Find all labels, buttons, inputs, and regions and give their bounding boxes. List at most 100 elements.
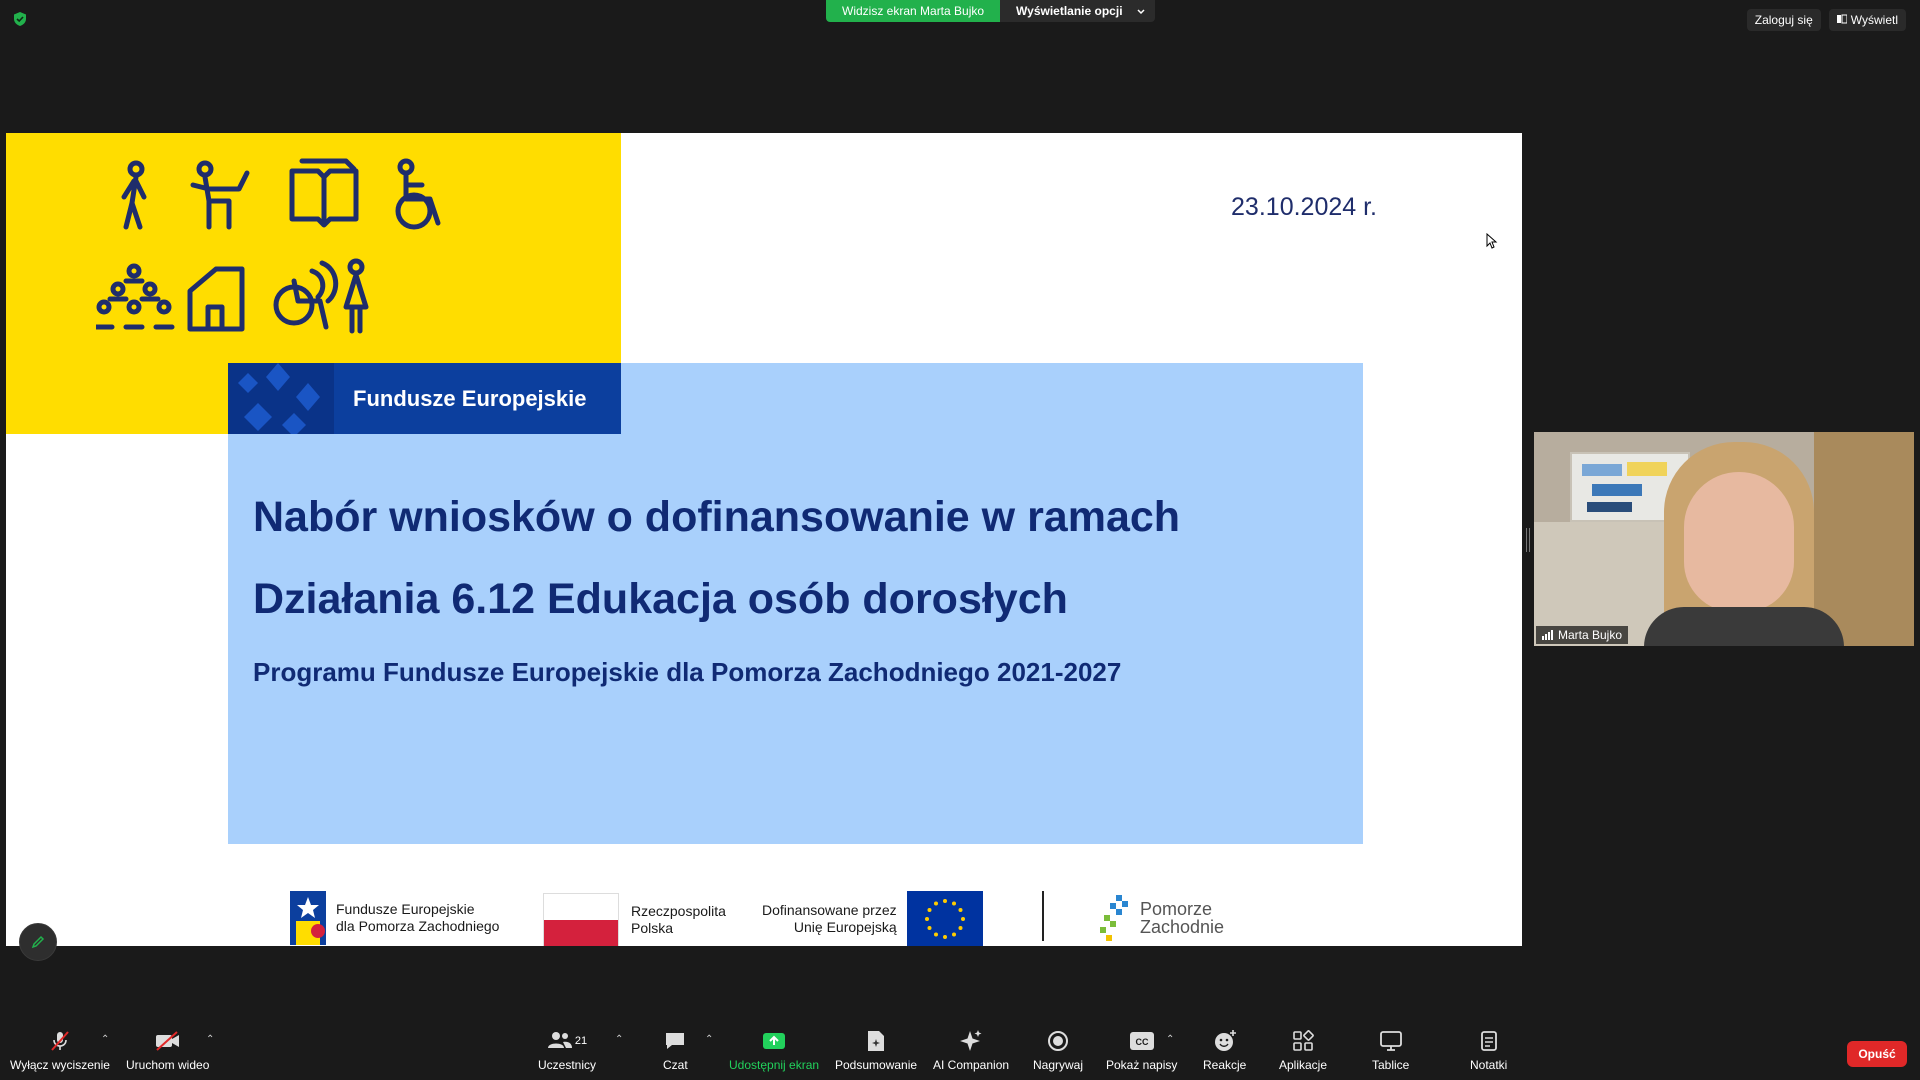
apps-button[interactable]: Aplikacje [1279,1028,1327,1072]
person-at-desk-icon [190,160,250,230]
view-options-button[interactable]: Wyświetlanie opcji [1000,0,1155,22]
share-screen-icon [762,1028,786,1054]
sharing-label: Widzisz ekran Marta Bujko [826,0,1001,22]
apps-icon [1292,1028,1314,1054]
eu-logo-line1: Dofinansowane przez [762,902,897,918]
login-button[interactable]: Zaloguj się [1746,9,1821,31]
notes-label: Notatki [1470,1058,1508,1072]
pl-logo-line1: Rzeczpospolita [631,903,726,919]
zoom-window: Widzisz ekran Marta Bujko Wyświetlanie o… [0,0,1920,1080]
chat-icon [664,1028,686,1054]
slide-title-line2: Działania 6.12 Edukacja osób dorosłych [253,575,1068,623]
participant-name-tag: Marta Bujko [1536,626,1629,644]
pz-logo-line1: Pomorze [1140,899,1213,919]
view-layout-icon [1836,13,1848,27]
record-button[interactable]: Nagrywaj [1033,1028,1083,1072]
notes-icon [1479,1028,1499,1054]
notes-button[interactable]: Notatki [1470,1028,1507,1072]
screen-share-banner: Widzisz ekran Marta Bujko Wyświetlanie o… [826,0,1155,22]
fe-logo-line2: dla Pomorza Zachodniego [336,918,500,934]
logo-strip: Fundusze Europejskie dla Pomorza Zachodn… [6,891,1522,946]
annotate-pen-button[interactable] [19,923,57,961]
book-icon [289,158,359,228]
fe-logo: Fundusze Europejskie dla Pomorza Zachodn… [290,891,499,945]
meeting-toolbar: Wyłącz wyciszenie ⌃ Uruchom wideo ⌃ 21 U… [0,1020,1920,1080]
video-options-caret-icon[interactable]: ⌃ [206,1034,214,1045]
audio-options-caret-icon[interactable]: ⌃ [101,1034,109,1045]
start-video-button[interactable]: Uruchom wideo [126,1028,209,1072]
wheelchair-person-icon [395,158,441,230]
apps-label: Aplikacje [1279,1058,1328,1072]
captions-caret-icon[interactable]: ⌃ [1166,1034,1174,1045]
pz-logo-line2: Zachodnie [1140,917,1225,937]
shared-slide: 23.10.2024 r. Fundusze Europejskie Nabór… [6,133,1522,946]
whiteboards-label: Tablice [1372,1058,1410,1072]
view-options-label: Wyświetlanie opcji [1016,4,1123,18]
participant-name: Marta Bujko [1558,628,1623,642]
security-shield-icon[interactable] [12,11,28,27]
eu-logo-line2: Unię Europejską [793,919,897,935]
share-screen-button[interactable]: Udostępnij ekran [729,1028,819,1072]
poland-logo: Rzeczpospolita Polska [543,893,726,946]
wheelchair-hearing-icon [273,260,339,330]
reactions-label: Reakcje [1203,1058,1247,1072]
pomorze-mark-icon [1100,895,1128,941]
summary-button[interactable]: Podsumowanie [835,1028,917,1072]
mouse-cursor-icon [1486,233,1498,249]
standing-person-icon [343,258,369,334]
chat-button[interactable]: Czat [663,1028,688,1072]
polish-flag-icon [543,893,619,946]
fundusze-band: Fundusze Europejskie [228,363,621,434]
slide-subtitle: Programu Fundusze Europejskie dla Pomorz… [253,657,1122,687]
summary-icon [866,1028,886,1054]
slide-date: 23.10.2024 r. [1231,193,1377,221]
eu-logo: Dofinansowane przez Unię Europejską [762,891,983,946]
house-icon [187,266,245,332]
logo-separator [1042,891,1044,941]
reactions-smiley-icon [1213,1028,1237,1054]
participants-icon [547,1030,573,1053]
fe-logo-line1: Fundusze Europejskie [336,901,475,917]
pomorze-logo: Pomorze Zachodnie [1096,893,1224,943]
whiteboard-icon [1379,1028,1403,1054]
view-label: Wyświetl [1850,13,1898,27]
ai-companion-button[interactable]: AI Companion [933,1028,1009,1072]
participant-face [1684,472,1794,612]
participants-count: 21 [574,1035,588,1047]
record-label: Nagrywaj [1033,1058,1084,1072]
participants-label: Uczestnicy [538,1058,597,1072]
video-off-icon [155,1028,181,1054]
fe-star-logo-icon [290,891,326,945]
muted-mic-icon [48,1028,72,1054]
ai-companion-label: AI Companion [933,1058,1010,1072]
participants-button[interactable]: 21 Uczestnicy [538,1028,596,1072]
chevron-down-icon [1137,0,1145,22]
svg-text:CC: CC [1135,1037,1148,1047]
whiteboards-button[interactable]: Tablice [1372,1028,1409,1072]
slide-title-line1: Nabór wniosków o dofinansowanie w ramach [253,493,1181,541]
participant-video-tile[interactable]: Marta Bujko [1534,432,1914,646]
summary-label: Podsumowanie [835,1058,918,1072]
captions-cc-icon: CC [1129,1028,1155,1054]
login-label: Zaloguj się [1754,13,1813,27]
unmute-button[interactable]: Wyłącz wyciszenie [10,1028,110,1072]
show-captions-label: Pokaż napisy [1106,1058,1178,1072]
pl-logo-line2: Polska [631,920,674,936]
record-icon [1047,1028,1069,1054]
ai-sparkle-icon [959,1028,983,1054]
reactions-button[interactable]: Reakcje [1203,1028,1246,1072]
leave-label: Opuść [1858,1047,1896,1061]
share-screen-label: Udostępnij ekran [729,1058,820,1072]
pen-icon [31,935,45,949]
eu-flag-icon [906,891,983,946]
walking-person-icon [121,160,147,230]
panel-resize-handle[interactable] [1526,528,1530,552]
participants-caret-icon[interactable]: ⌃ [615,1034,623,1045]
fundusze-label: Fundusze Europejskie [353,385,587,411]
view-button[interactable]: Wyświetl [1828,9,1906,31]
start-video-label: Uruchom wideo [126,1058,210,1072]
chat-label: Czat [663,1058,688,1072]
leave-button[interactable]: Opuść [1847,1041,1907,1067]
chat-caret-icon[interactable]: ⌃ [705,1034,713,1045]
eu-pattern-icon [228,363,334,434]
